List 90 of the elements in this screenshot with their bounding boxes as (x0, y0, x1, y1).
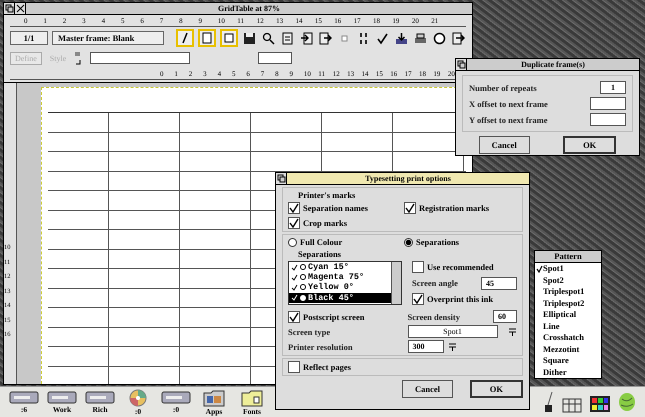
checkbox[interactable]: Separation names (288, 202, 401, 214)
section-heading: Printer's marks (297, 190, 356, 200)
drive-icon[interactable] (47, 388, 77, 404)
doc-icon[interactable] (280, 30, 295, 46)
field-label: Printer resolution (288, 342, 354, 352)
frame-tool-icon[interactable] (198, 29, 216, 47)
back-icon[interactable] (456, 59, 467, 70)
drive-icon[interactable] (9, 388, 39, 404)
tick-icon (291, 274, 298, 281)
menu-item[interactable]: Triplespot1 (535, 286, 601, 298)
window-title: GridTable at 87% (217, 3, 281, 14)
style-selector-icon[interactable] (74, 51, 82, 65)
list-item[interactable]: Magenta 75° (289, 272, 391, 282)
page-number: 1/1 (10, 31, 48, 45)
input-field[interactable]: 300 (408, 340, 444, 353)
size-field[interactable] (258, 52, 292, 64)
back-icon[interactable] (4, 3, 15, 14)
field-label: Screen density (408, 312, 460, 322)
save-icon[interactable] (242, 30, 257, 46)
menu-item[interactable]: Line (535, 320, 601, 332)
back-icon[interactable] (276, 173, 287, 184)
tick-icon (289, 312, 299, 322)
style-label: Style (50, 54, 66, 62)
tick-icon[interactable] (375, 30, 390, 46)
display-field: Spot1 (408, 325, 498, 338)
menu-item[interactable]: Spot1 (535, 263, 601, 274)
down-icon[interactable] (394, 30, 409, 46)
input-field[interactable]: 1 (600, 81, 626, 94)
menu-item[interactable]: Crosshatch (535, 332, 601, 344)
pen-icon[interactable] (543, 391, 555, 413)
menu-item[interactable]: Mezzotint (535, 344, 601, 355)
list-item[interactable]: Cyan 15° (289, 262, 391, 272)
ok-button[interactable]: OK (470, 380, 523, 398)
input-field[interactable] (590, 113, 626, 126)
input-field[interactable]: 45 (481, 276, 517, 290)
tick-icon (291, 264, 298, 271)
window-title: Typesetting print options (364, 173, 452, 184)
menu-icon[interactable] (508, 326, 517, 336)
exit-icon[interactable] (451, 30, 466, 46)
field-label: Screen type (288, 326, 332, 336)
scrollbar[interactable] (391, 262, 401, 304)
menu-item[interactable]: Spot2 (535, 274, 601, 286)
drive-icon[interactable] (85, 388, 115, 404)
globe-icon[interactable] (617, 391, 637, 413)
checkbox[interactable]: Overprint this ink (412, 293, 517, 305)
menu-icon[interactable] (448, 342, 456, 352)
zoom-icon[interactable] (261, 30, 276, 46)
field-label: X offset to next frame (469, 98, 548, 108)
list-item[interactable]: Yellow 0° (289, 282, 391, 293)
window-title: Duplicate frame(s) (520, 59, 586, 70)
radio-button[interactable]: Separations (404, 237, 517, 247)
radio-button[interactable]: Full Colour (288, 237, 401, 247)
cancel-button[interactable]: Cancel (402, 380, 454, 398)
field-label: Number of repeats (469, 82, 537, 92)
section-heading: Separations (297, 249, 342, 259)
menu-item[interactable]: Triplespot2 (535, 298, 601, 309)
drive-icon[interactable] (161, 388, 191, 404)
checkbox[interactable]: Postscript screen (288, 310, 398, 322)
menu-item[interactable]: Elliptical (535, 309, 601, 320)
tick-icon (291, 294, 298, 302)
list-item[interactable]: Black 45° (289, 292, 391, 303)
cancel-button[interactable]: Cancel (478, 136, 530, 154)
field-label: Y offset to next frame (469, 114, 548, 124)
field-label: Screen angle (412, 278, 458, 288)
folder-icon[interactable] (203, 388, 225, 406)
input-field[interactable] (590, 97, 626, 110)
tick-icon (289, 218, 299, 228)
disc-icon[interactable] (128, 388, 148, 406)
circle-icon[interactable] (432, 30, 447, 46)
tick-icon (289, 203, 299, 213)
close-icon[interactable] (15, 3, 26, 14)
ok-button[interactable]: OK (563, 136, 616, 154)
tick-icon (291, 284, 298, 291)
master-frame-label: Master frame: Blank (52, 31, 164, 45)
menu-item[interactable]: Square (535, 355, 601, 366)
checkbox[interactable]: Use recommended (412, 261, 517, 273)
folder-icon[interactable] (241, 388, 263, 406)
tick-icon (405, 203, 415, 213)
menu-title: Pattern (535, 251, 601, 263)
checkbox[interactable]: Registration marks (404, 202, 517, 214)
palette-icon[interactable] (589, 395, 611, 413)
menu-item[interactable]: Dither (535, 366, 601, 378)
tick-icon (413, 294, 423, 304)
checkbox[interactable]: Reflect pages (288, 361, 351, 373)
print-icon[interactable] (413, 30, 428, 46)
text-tool-icon[interactable] (176, 29, 194, 47)
style-field[interactable] (90, 52, 190, 64)
input-field[interactable]: 60 (493, 310, 517, 323)
checkbox[interactable]: Crop marks (288, 217, 401, 229)
frame-tool-icon[interactable] (220, 29, 238, 47)
